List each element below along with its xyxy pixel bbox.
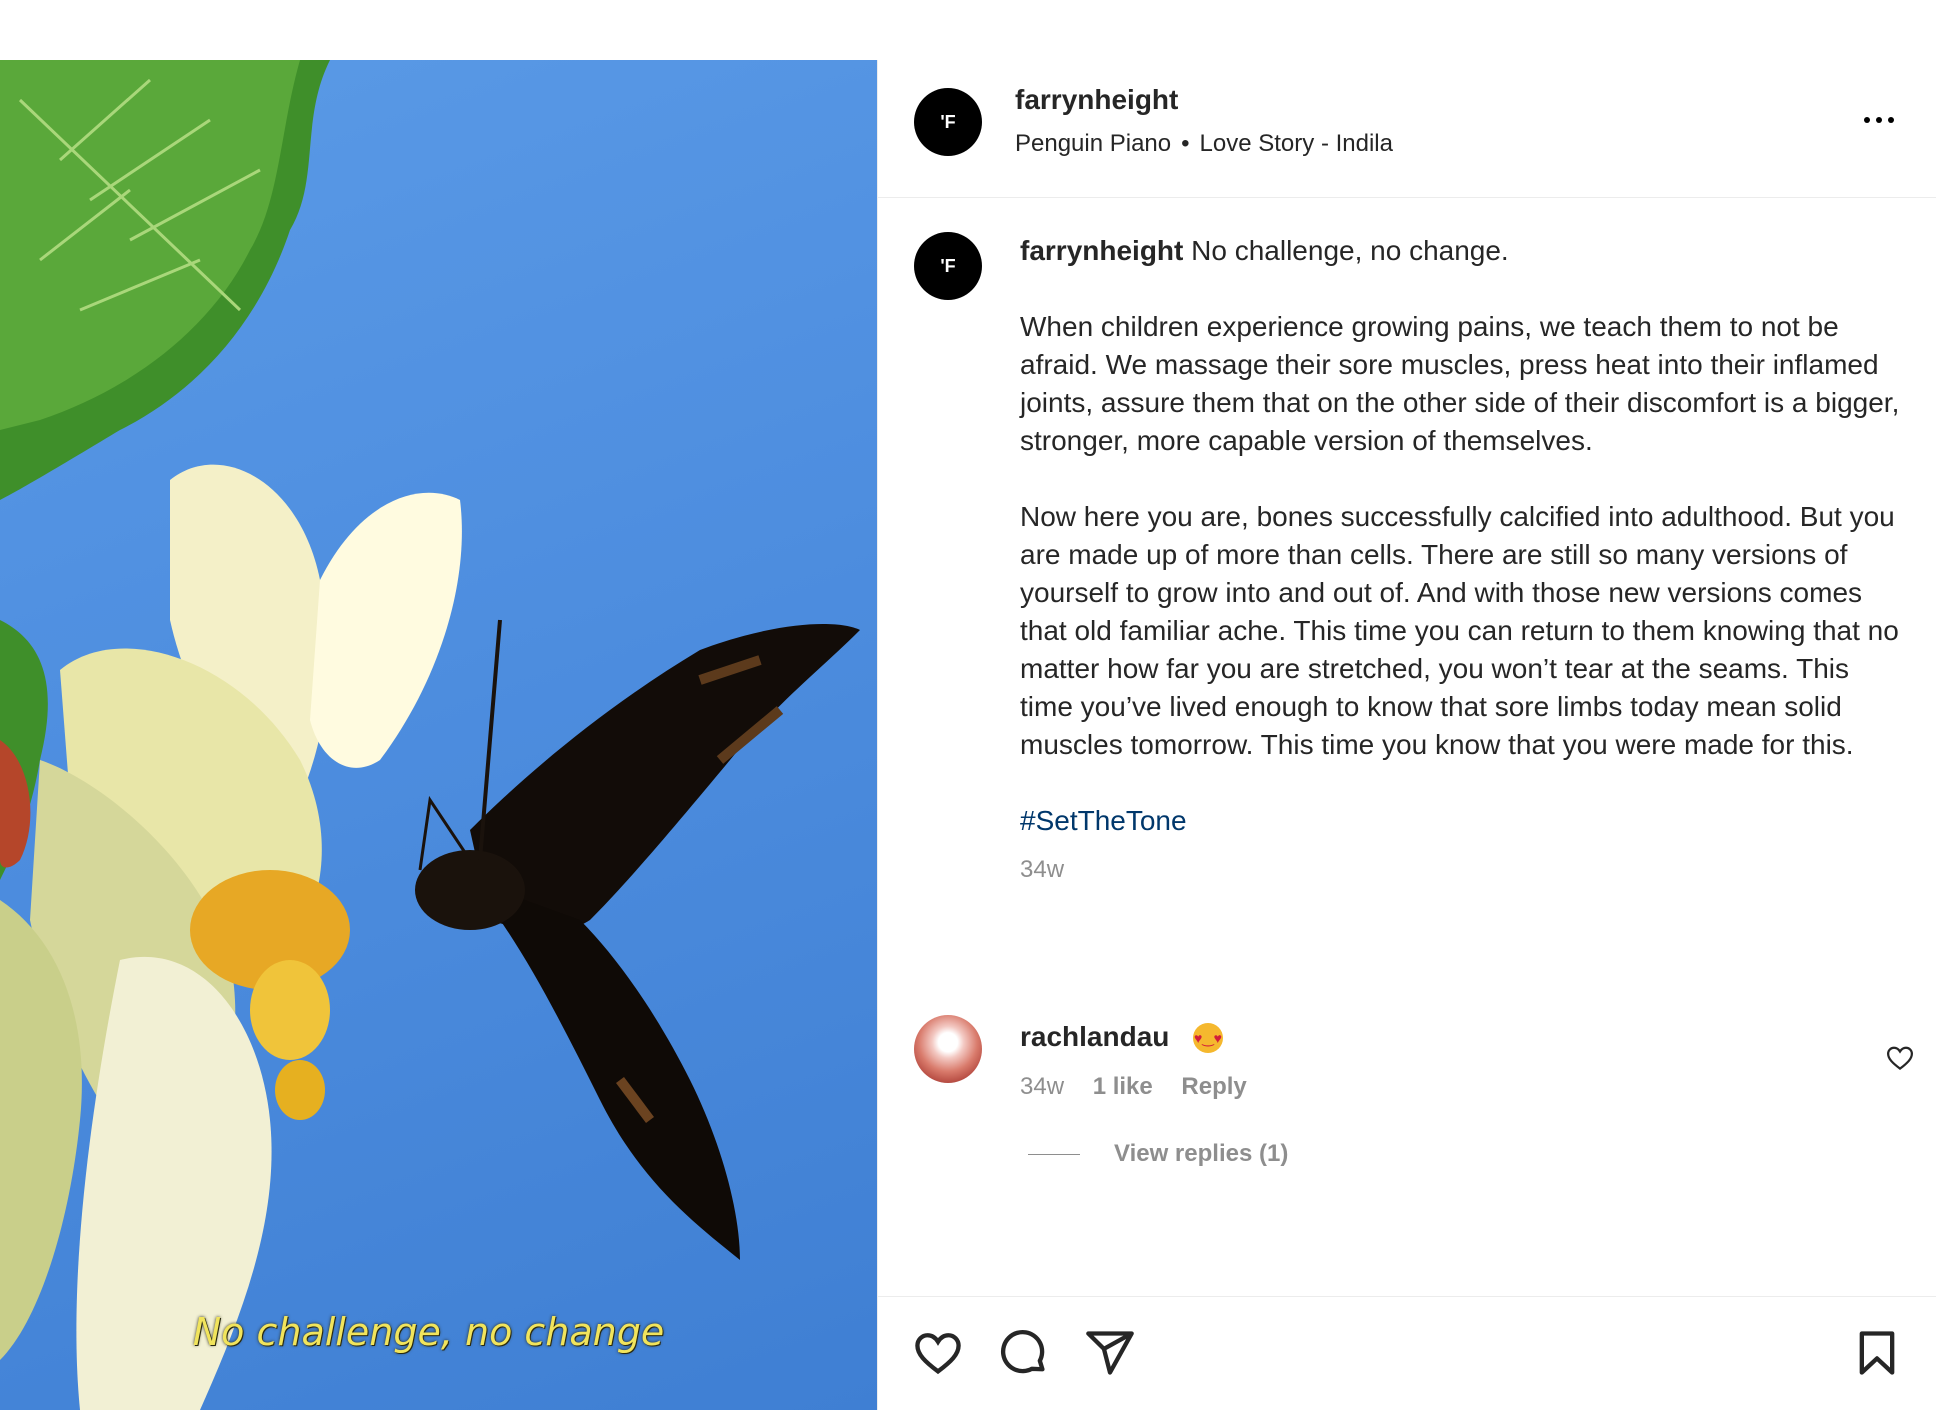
caption-headline: No challenge, no change.: [1191, 235, 1509, 266]
comment-likes[interactable]: 1 like: [1093, 1073, 1153, 1100]
post-detail-panel: 'F farrynheight Penguin Piano • Love Story…: [877, 60, 1936, 1410]
share-icon[interactable]: [1084, 1327, 1136, 1379]
caption-timestamp[interactable]: 34w: [1020, 854, 1900, 886]
caption-text: farrynheight No challenge, no change. Wh…: [1020, 232, 1900, 886]
comment-timestamp[interactable]: 34w: [1020, 1073, 1064, 1100]
heart-icon[interactable]: [912, 1327, 964, 1379]
commenter-avatar[interactable]: [914, 1015, 982, 1083]
post-action-bar: [878, 1296, 1936, 1410]
caption-paragraph-1: When children experience growing pains, …: [1020, 311, 1900, 456]
post-media[interactable]: No challenge, no change: [0, 60, 877, 1410]
reply-button[interactable]: Reply: [1181, 1073, 1246, 1100]
author-avatar[interactable]: 'F: [914, 88, 982, 156]
audio-info[interactable]: Penguin Piano • Love Story - Indila: [1015, 130, 1393, 158]
audio-separator: •: [1181, 130, 1190, 157]
more-dot: [1876, 117, 1882, 123]
reply-divider-line: [1028, 1154, 1080, 1156]
comment-meta: 34w 1 like Reply: [1020, 1073, 1269, 1101]
audio-artist: Penguin Piano: [1015, 130, 1172, 157]
hashtag-link[interactable]: #SetTheTone: [1020, 805, 1187, 836]
commenter-username[interactable]: rachlandau: [1020, 1021, 1169, 1053]
view-replies-label: View replies (1): [1114, 1140, 1289, 1167]
heart-eyes-emoji-icon: ♥‿♥: [1193, 1023, 1223, 1053]
butterfly-on-flower-image: [0, 60, 860, 1410]
comment-item: rachlandau ♥‿♥ 34w 1 like Reply View rep…: [878, 1015, 1936, 1195]
caption-author-avatar[interactable]: 'F: [914, 232, 982, 300]
more-dot: [1888, 117, 1894, 123]
avatar-letter: 'F: [940, 255, 956, 276]
video-caption-overlay: No challenge, no change: [192, 1310, 665, 1354]
author-username[interactable]: farrynheight: [1015, 84, 1178, 116]
caption-first-line: farrynheight No challenge, no change.: [1020, 232, 1900, 270]
caption-username[interactable]: farrynheight: [1020, 235, 1183, 266]
audio-track: Love Story - Indila: [1199, 130, 1393, 157]
bookmark-icon[interactable]: [1851, 1327, 1903, 1379]
view-replies-button[interactable]: View replies (1): [1028, 1140, 1288, 1168]
caption-paragraph-2: Now here you are, bones successfully cal…: [1020, 501, 1899, 760]
comment-like-heart-icon[interactable]: [1885, 1043, 1915, 1073]
avatar-letter: 'F: [940, 111, 956, 132]
post-header: 'F farrynheight Penguin Piano • Love Story…: [878, 60, 1936, 198]
more-horizontal-icon: [1864, 117, 1870, 123]
comment-icon[interactable]: [998, 1327, 1050, 1379]
more-options-button[interactable]: [1857, 98, 1901, 142]
